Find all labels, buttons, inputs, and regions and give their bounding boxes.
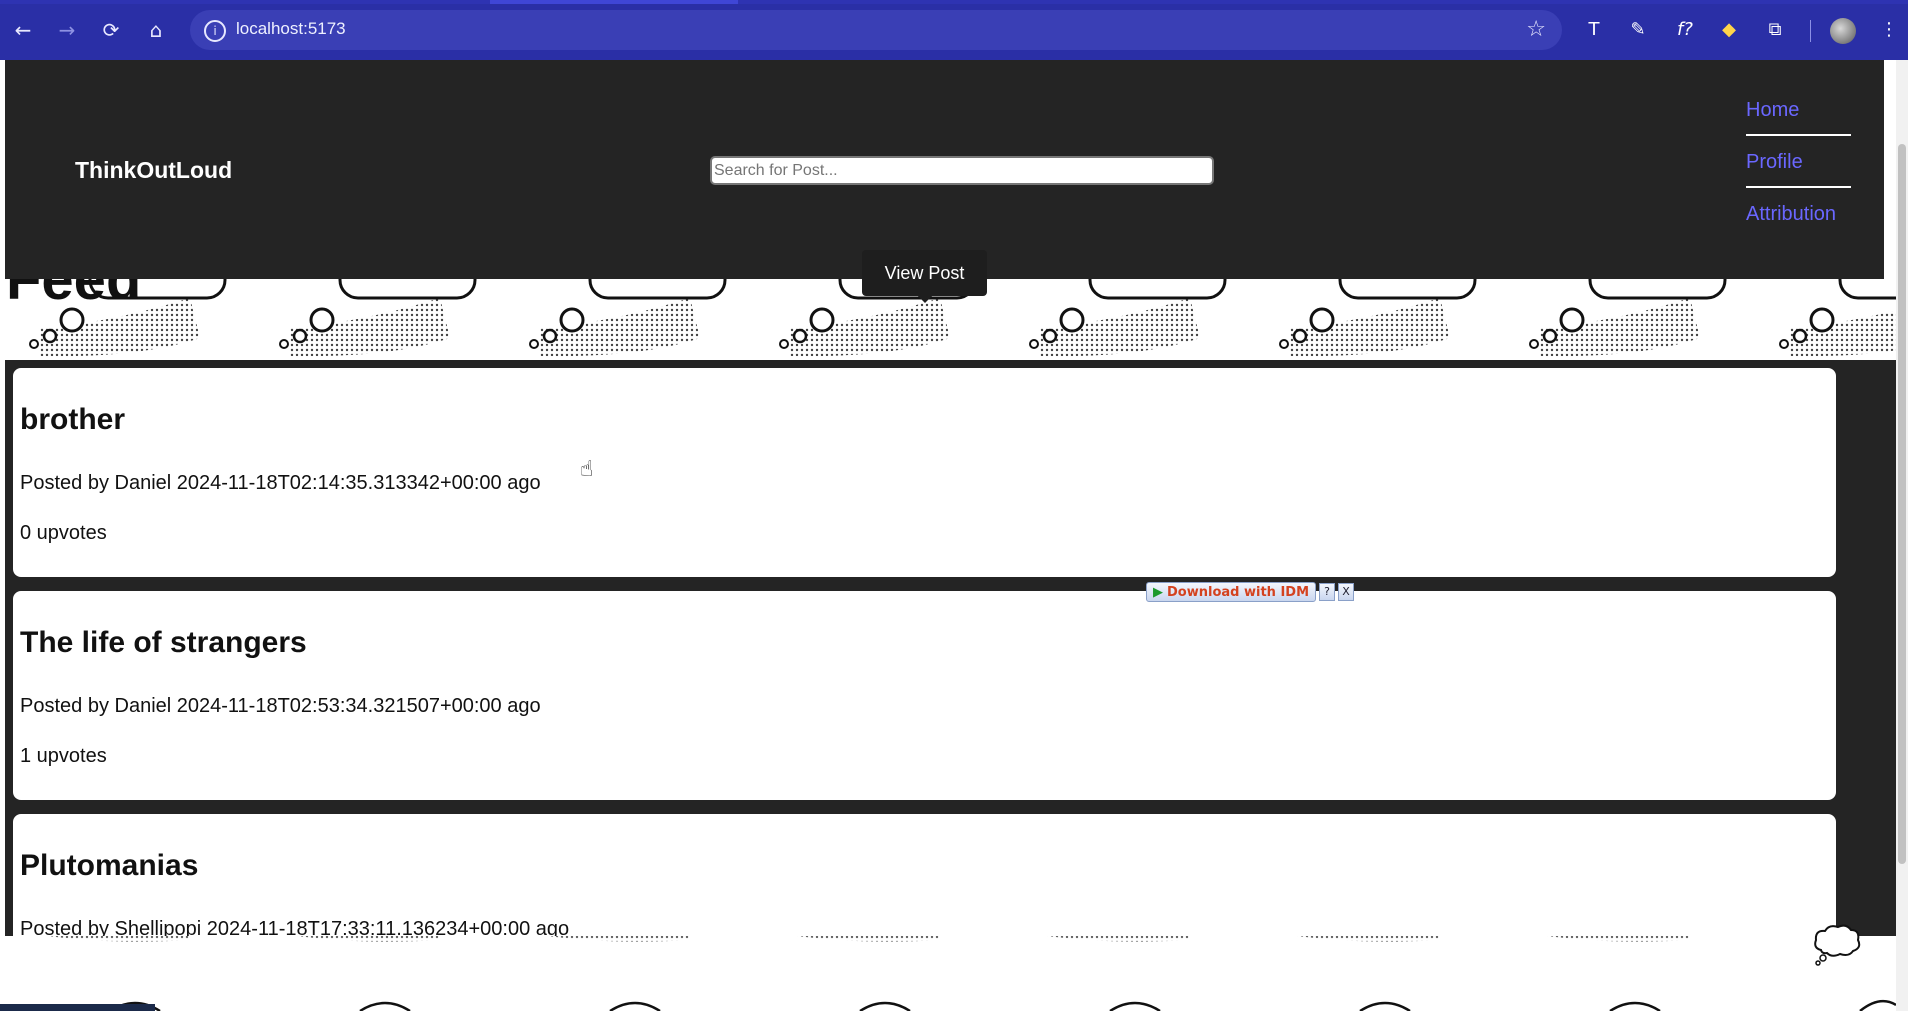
toolbar-separator: [1810, 20, 1811, 42]
profile-avatar[interactable]: [1830, 18, 1856, 44]
colorful-extension-icon[interactable]: ◆: [1716, 17, 1742, 43]
post-upvotes: 0 upvotes: [20, 522, 107, 544]
site-logo[interactable]: ThinkOutLoud: [75, 157, 232, 184]
formula-ext-icon[interactable]: f?: [1672, 17, 1698, 43]
extension-t-icon[interactable]: T: [1581, 17, 1607, 43]
address-bar[interactable]: i localhost:5173 ☆: [190, 10, 1562, 50]
reload-icon[interactable]: ⟳: [98, 17, 124, 43]
post-feed: brother Posted by Daniel 2024-11-18T02:1…: [5, 360, 1896, 936]
idm-help-button[interactable]: ?: [1319, 583, 1335, 601]
tab-strip: [0, 0, 1908, 4]
active-tab-indicator: [490, 0, 738, 4]
hand-cursor-icon: ☝: [580, 457, 594, 482]
site-header: ThinkOutLoud Home Profile Attribution: [5, 60, 1884, 279]
nav-profile-link[interactable]: Profile: [1746, 136, 1851, 188]
view-post-tooltip: View Post: [862, 250, 987, 303]
post-meta: Posted by Shellipopi 2024-11-18T17:33:11…: [20, 918, 570, 936]
page-scrollbar[interactable]: [1896, 60, 1908, 1011]
nav-home-link[interactable]: Home: [1746, 84, 1851, 136]
search-input[interactable]: [710, 156, 1214, 185]
extensions-puzzle-icon[interactable]: ⧉: [1762, 17, 1788, 43]
browser-toolbar: ← → ⟳ ⌂ i localhost:5173 ☆ T ✎ f? ◆ ⧉ ⋮: [0, 0, 1908, 60]
site-info-icon[interactable]: i: [204, 20, 226, 42]
url-text[interactable]: localhost:5173: [236, 19, 346, 39]
post-card[interactable]: The life of strangers Posted by Daniel 2…: [13, 591, 1836, 800]
bookmark-star-icon[interactable]: ☆: [1526, 17, 1546, 42]
scrollbar-thumb[interactable]: [1898, 144, 1906, 864]
home-icon[interactable]: ⌂: [143, 17, 169, 43]
post-title: Plutomanias: [20, 849, 199, 882]
main-nav: Home Profile Attribution: [1746, 84, 1851, 240]
post-meta: Posted by Daniel 2024-11-18T02:53:34.321…: [20, 695, 541, 717]
idm-download-button[interactable]: ▶ Download with IDM: [1146, 582, 1316, 602]
post-upvotes: 1 upvotes: [20, 745, 107, 767]
post-meta: Posted by Daniel 2024-11-18T02:14:35.313…: [20, 472, 541, 494]
eyedropper-icon[interactable]: ✎: [1625, 17, 1651, 43]
thought-cloud-icon: [1814, 924, 1861, 966]
idm-close-button[interactable]: X: [1338, 583, 1354, 601]
post-card[interactable]: brother Posted by Daniel 2024-11-18T02:1…: [13, 368, 1836, 577]
page-viewport: Feed ThinkOutLoud Home Profile Attributi…: [0, 60, 1908, 1011]
more-menu-icon[interactable]: ⋮: [1876, 17, 1902, 43]
taskbar-strip: [0, 1004, 155, 1011]
forward-icon[interactable]: →: [54, 17, 80, 43]
back-icon[interactable]: ←: [10, 17, 36, 43]
nav-attribution-link[interactable]: Attribution: [1746, 188, 1851, 240]
post-title: The life of strangers: [20, 626, 307, 659]
play-icon: ▶: [1153, 584, 1163, 600]
idm-download-panel[interactable]: ▶ Download with IDM ? X: [1146, 580, 1362, 604]
post-title: brother: [20, 403, 125, 436]
post-card[interactable]: Plutomanias Posted by Shellipopi 2024-11…: [13, 814, 1836, 936]
